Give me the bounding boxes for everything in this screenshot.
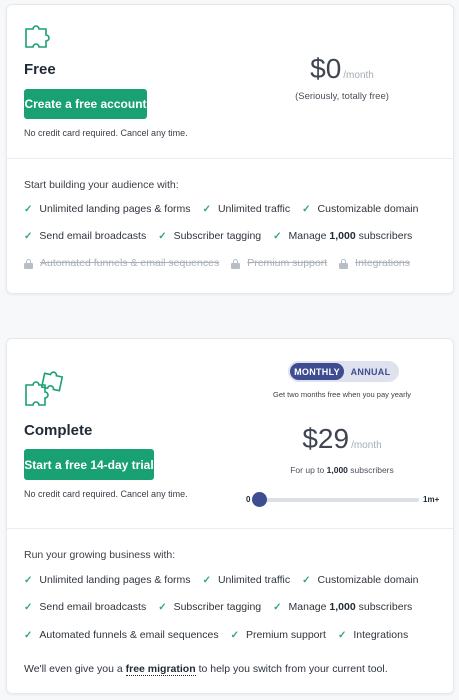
feature-item: ✓ Unlimited traffic <box>202 574 291 586</box>
feature-item: ✓ Integrations <box>337 629 409 641</box>
feature-item: ✓ Manage 1,000 subscribers <box>273 601 413 613</box>
toggle-annual[interactable]: ANNUAL <box>344 363 397 380</box>
feature-item: ✓ Automated funnels & email sequences <box>24 629 219 641</box>
create-free-account-button[interactable]: Create a free account <box>24 89 147 119</box>
free-migration-link[interactable]: free migration <box>125 663 196 676</box>
features-lead: Run your growing business with: <box>24 549 176 561</box>
price-period: /month <box>351 440 382 451</box>
free-migration-note: We'll even give you a free migration to … <box>24 663 388 676</box>
check-icon: ✓ <box>273 230 282 242</box>
price-amount: $0 <box>310 53 342 84</box>
feature-item: ✓ Manage 1,000 subscribers <box>273 230 413 242</box>
puzzle-piece-icon <box>23 23 53 54</box>
check-icon: ✓ <box>202 574 211 586</box>
divider <box>7 528 453 529</box>
feature-item-locked: Automated funnels & email sequences <box>24 257 219 269</box>
feature-item: ✓ Send email broadcasts <box>24 230 147 242</box>
no-credit-card-note: No credit card required. Cancel any time… <box>24 489 188 499</box>
slider-min-label: 0 <box>246 495 251 504</box>
feature-item: ✓ Customizable domain <box>302 203 419 215</box>
plan-name-complete: Complete <box>24 422 93 439</box>
puzzle-pieces-icon <box>23 371 65 414</box>
check-icon: ✓ <box>24 574 33 586</box>
feature-row: ✓ Unlimited landing pages & forms ✓ Unlimi… <box>24 574 430 586</box>
subscriber-count-note: For up to 1,000 subscribers <box>290 465 394 475</box>
check-icon: ✓ <box>24 601 33 613</box>
lock-icon <box>339 258 349 269</box>
check-icon: ✓ <box>202 203 211 215</box>
divider <box>7 158 453 159</box>
plan-name-free: Free <box>24 61 56 78</box>
complete-price-block: $29/month For up to 1,000 subscribers <box>267 423 417 475</box>
check-icon: ✓ <box>24 203 33 215</box>
lock-icon <box>24 258 33 269</box>
feature-item: ✓ Premium support <box>230 629 326 641</box>
check-icon: ✓ <box>302 203 311 215</box>
free-plan-card: Free $0/month (Seriously, totally free) … <box>6 4 454 294</box>
check-icon: ✓ <box>337 629 347 641</box>
no-credit-card-note: No credit card required. Cancel any time… <box>24 128 188 138</box>
check-icon: ✓ <box>230 629 239 641</box>
feature-row: ✓ Unlimited landing pages & forms ✓ Unlimi… <box>24 203 430 215</box>
subscriber-slider-thumb[interactable] <box>252 492 267 507</box>
feature-row: ✓ Send email broadcasts ✓ Subscriber taggi… <box>24 230 424 242</box>
slider-max-label: 1m+ <box>423 495 440 504</box>
feature-row: ✓ Send email broadcasts ✓ Subscriber taggi… <box>24 601 424 613</box>
check-icon: ✓ <box>24 230 33 242</box>
lock-icon <box>231 258 241 269</box>
feature-item: ✓ Customizable domain <box>302 574 419 586</box>
feature-item-locked: Premium support <box>231 257 327 269</box>
annual-discount-note: Get two months free when you pay yearly <box>273 390 411 399</box>
feature-item: ✓ Unlimited landing pages & forms <box>24 203 191 215</box>
check-icon: ✓ <box>302 574 311 586</box>
price-period: /month <box>343 70 374 81</box>
check-icon: ✓ <box>158 230 167 242</box>
subscriber-slider-track[interactable] <box>255 498 419 502</box>
feature-item: ✓ Send email broadcasts <box>24 601 147 613</box>
feature-item: ✓ Subscriber tagging <box>158 601 262 613</box>
price-amount: $29 <box>302 423 350 454</box>
feature-item-locked: Integrations <box>339 257 410 269</box>
feature-row: ✓ Automated funnels & email sequences ✓ Pr… <box>24 629 420 641</box>
feature-item: ✓ Unlimited landing pages & forms <box>24 574 191 586</box>
check-icon: ✓ <box>273 601 282 613</box>
free-price-block: $0/month (Seriously, totally free) <box>287 53 397 102</box>
features-lead: Start building your audience with: <box>24 179 179 191</box>
check-icon: ✓ <box>158 601 167 613</box>
start-trial-button[interactable]: Start a free 14-day trial <box>24 449 154 480</box>
billing-toggle[interactable]: MONTHLY ANNUAL <box>288 361 399 382</box>
check-icon: ✓ <box>24 629 33 641</box>
feature-row: Automated funnels & email sequences Prem… <box>24 257 422 269</box>
feature-item: ✓ Subscriber tagging <box>158 230 262 242</box>
feature-item: ✓ Unlimited traffic <box>202 203 291 215</box>
toggle-monthly[interactable]: MONTHLY <box>290 363 344 380</box>
complete-plan-card: MONTHLY ANNUAL Get two months free when … <box>6 338 454 694</box>
price-note: (Seriously, totally free) <box>295 91 389 102</box>
